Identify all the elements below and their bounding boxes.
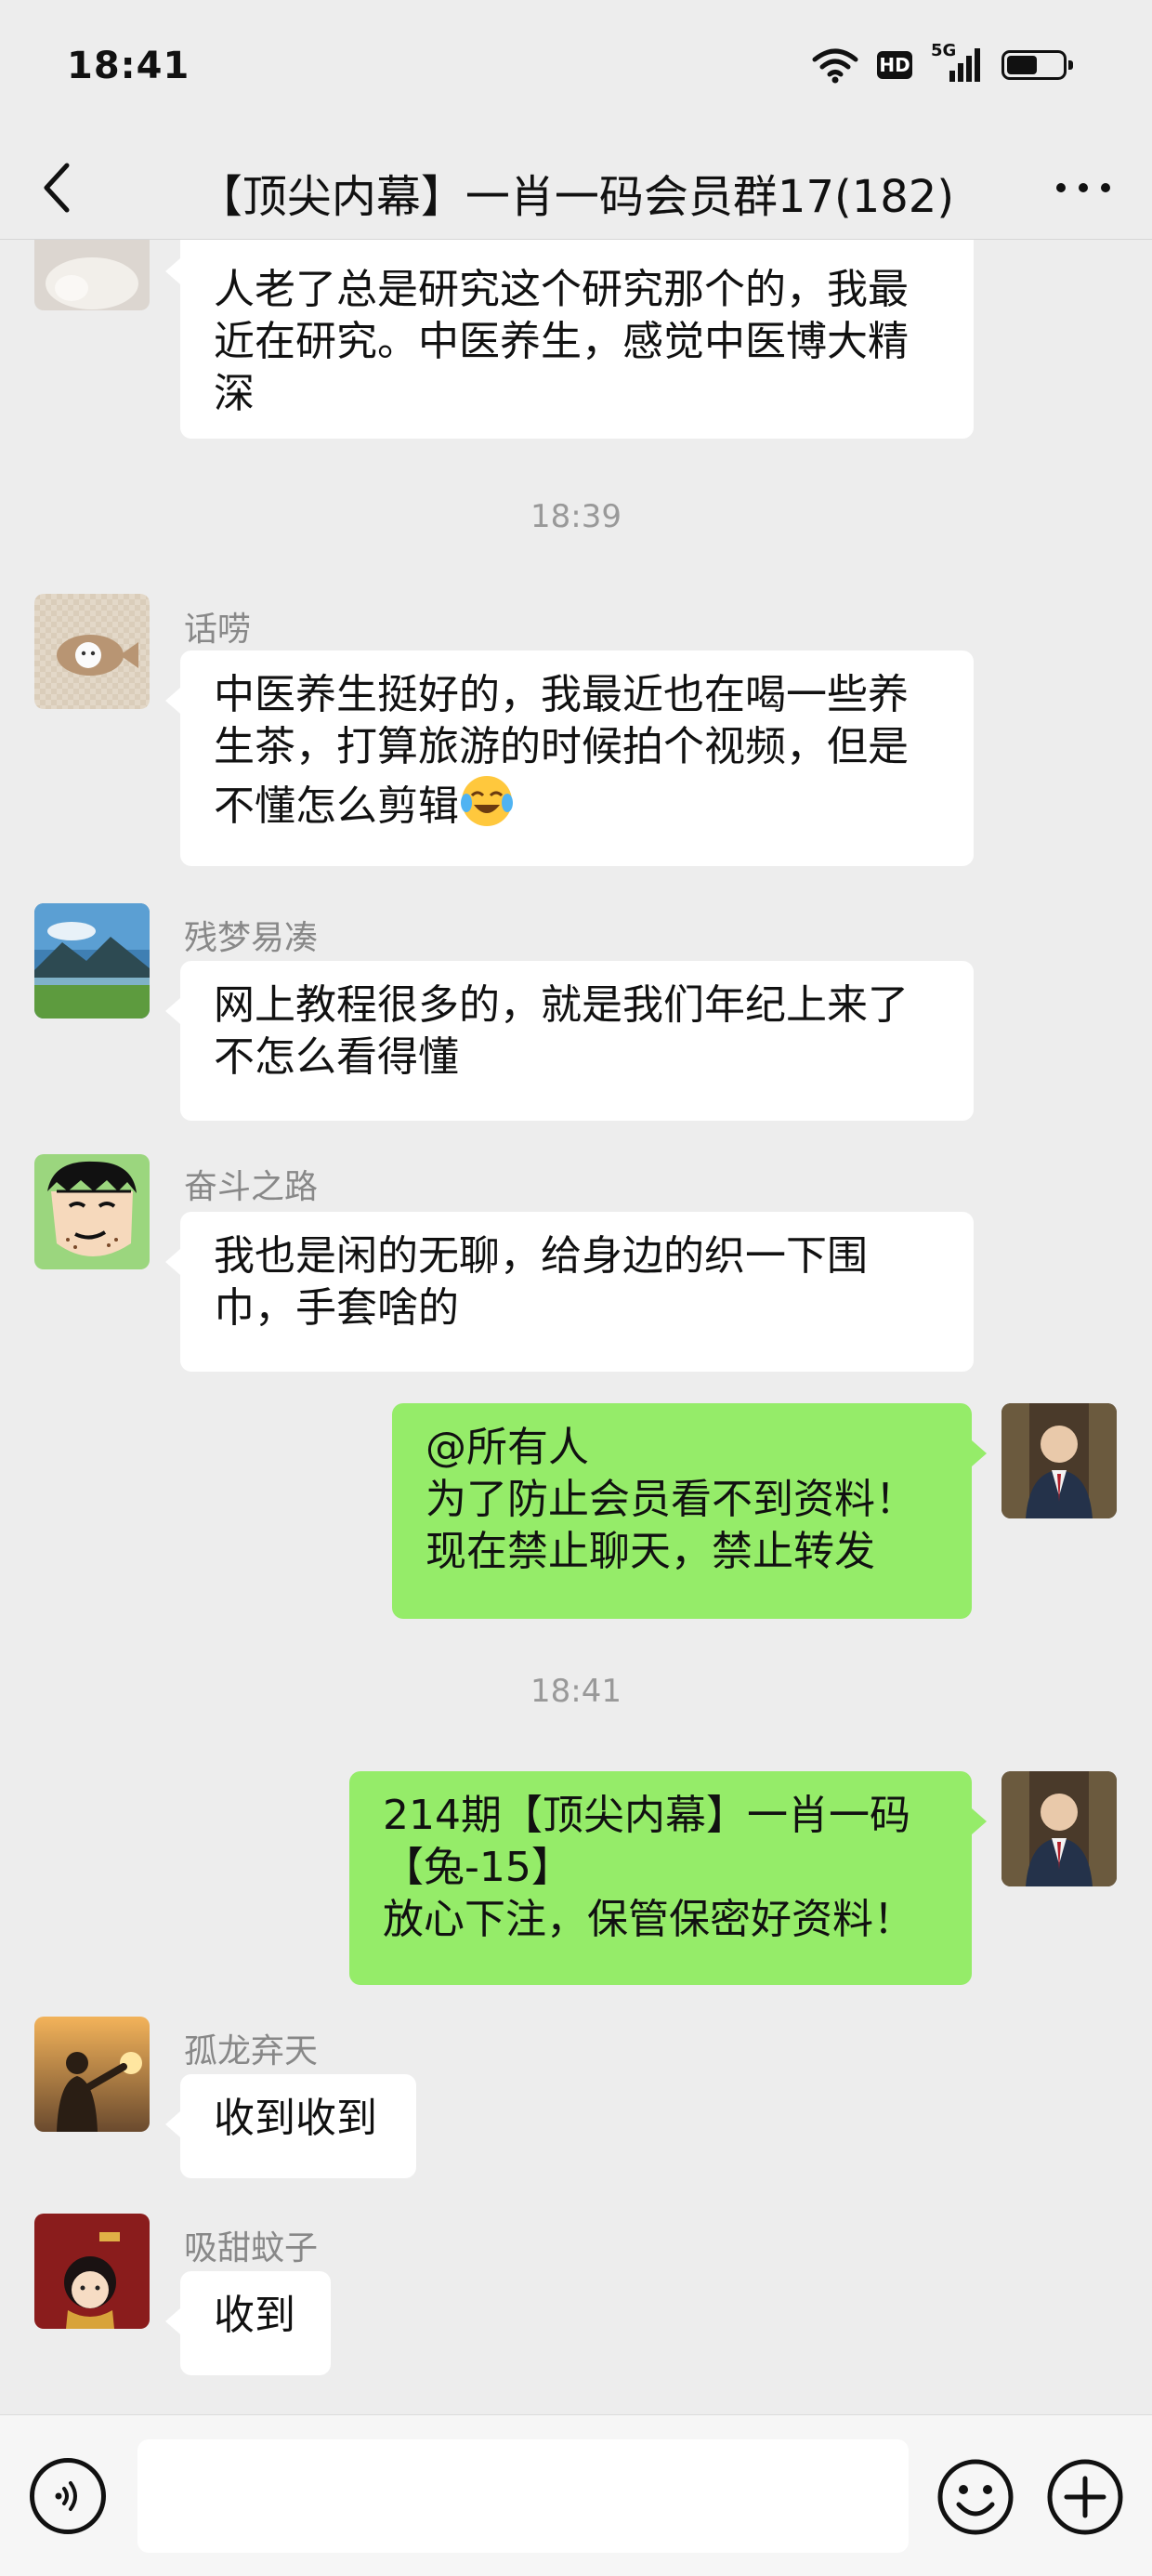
hd-badge: HD xyxy=(877,51,912,79)
chat-header: 【顶尖内幕】一肖一码会员群17(182) xyxy=(0,139,1152,240)
avatar[interactable] xyxy=(34,2214,150,2329)
message-text: 为了防止会员看不到资料！ xyxy=(425,1476,916,1523)
avatar[interactable] xyxy=(34,2017,150,2132)
timestamp: 18:39 xyxy=(530,498,622,535)
more-dots-icon xyxy=(1056,183,1066,192)
sender-name: 残梦易凑 xyxy=(184,919,319,957)
chat-bubble-self[interactable]: @所有人 为了防止会员看不到资料！ 现在禁止聊天，禁止转发 xyxy=(392,1403,987,1619)
message-text: 生茶，打算旅游的时候拍个视频，但是 xyxy=(214,723,909,770)
more-dot xyxy=(1101,183,1110,192)
chat-bubble[interactable]: 网上教程很多的，就是我们年纪上来了 不怎么看得懂 xyxy=(165,961,974,1121)
message-text: 不懂怎么剪辑 xyxy=(214,782,459,830)
chat-bubble[interactable]: 收到收到 xyxy=(165,2074,416,2178)
more-button[interactable] xyxy=(1037,158,1130,217)
message-text: 现在禁止聊天，禁止转发 xyxy=(425,1528,875,1575)
message-text: @所有人 xyxy=(425,1424,589,1471)
battery-icon xyxy=(1001,50,1073,80)
network-type: 5G xyxy=(931,41,957,60)
message-text: 巾，手套啥的 xyxy=(214,1284,459,1332)
status-time: 18:41 xyxy=(67,45,190,87)
message-text: 收到收到 xyxy=(214,2095,377,2142)
message-text: 不怎么看得懂 xyxy=(214,1033,459,1081)
message-text: 214期【顶尖内幕】一肖一码 xyxy=(383,1792,910,1839)
plus-icon xyxy=(1047,2459,1123,2535)
voice-icon xyxy=(55,2481,77,2511)
emoji-button[interactable] xyxy=(936,2458,1015,2536)
more-dot xyxy=(1079,183,1088,192)
sender-name: 话唠 xyxy=(184,611,252,649)
message-text: 人老了总是研究这个研究那个的，我最 xyxy=(214,266,909,313)
message-text: 近在研究。中医养生，感觉中医博大精 xyxy=(214,318,909,365)
signal-5g-icon: 5G xyxy=(931,41,983,84)
message-input[interactable] xyxy=(137,2439,909,2553)
chat-bubble[interactable]: 我也是闲的无聊，给身边的织一下围 巾，手套啥的 xyxy=(165,1212,974,1372)
emoji-icon xyxy=(937,2459,1014,2535)
message-text: 中医养生挺好的，我最近也在喝一些养 xyxy=(214,671,909,718)
wifi-icon xyxy=(812,48,858,84)
page-title: 【顶尖内幕】一肖一码会员群17(182) xyxy=(197,171,955,223)
voice-button[interactable] xyxy=(30,2458,106,2534)
chat-bubble[interactable]: 收到 xyxy=(165,2271,331,2375)
status-bar: 18:41 HD 5G xyxy=(0,0,1152,139)
avatar[interactable] xyxy=(34,1154,150,1269)
self-avatar[interactable] xyxy=(1001,1403,1117,1518)
chat-area[interactable]: 人老了总是研究这个研究那个的，我最 近在研究。中医养生，感觉中医博大精 深 18… xyxy=(0,240,1152,2414)
message-text: 我也是闲的无聊，给身边的织一下围 xyxy=(214,1232,868,1280)
plus-button[interactable] xyxy=(1046,2458,1124,2536)
message-line: 不懂怎么剪辑 xyxy=(214,773,940,833)
battery-fill xyxy=(1007,56,1037,74)
chat-bubble[interactable]: 中医养生挺好的，我最近也在喝一些养 生茶，打算旅游的时候拍个视频，但是 不懂怎么… xyxy=(165,651,974,866)
self-avatar[interactable] xyxy=(1001,1771,1117,1886)
chat-bubble-self[interactable]: 214期【顶尖内幕】一肖一码 【兔-15】 放心下注，保管保密好资料！ xyxy=(349,1771,987,1985)
status-icons: HD 5G xyxy=(812,41,1073,84)
avatar[interactable] xyxy=(34,240,150,310)
message-text: 收到 xyxy=(214,2292,295,2339)
back-button[interactable] xyxy=(28,158,87,217)
chevron-left-icon xyxy=(44,163,70,213)
input-bar xyxy=(0,2414,1152,2576)
sender-name: 吸甜蚊子 xyxy=(184,2229,319,2267)
timestamp: 18:41 xyxy=(530,1673,622,1710)
avatar[interactable] xyxy=(34,594,150,709)
message-text: 放心下注，保管保密好资料！ xyxy=(383,1896,914,1943)
message-text: 深 xyxy=(214,370,255,417)
sender-name: 孤龙弃天 xyxy=(184,2032,319,2070)
sender-name: 奋斗之路 xyxy=(184,1168,319,1206)
message-text: 网上教程很多的，就是我们年纪上来了 xyxy=(214,981,909,1029)
message-text: 【兔-15】 xyxy=(383,1844,572,1891)
crying-laughing-emoji xyxy=(461,776,513,826)
avatar[interactable] xyxy=(34,903,150,1019)
chat-bubble[interactable]: 人老了总是研究这个研究那个的，我最 近在研究。中医养生，感觉中医博大精 深 xyxy=(165,240,974,439)
